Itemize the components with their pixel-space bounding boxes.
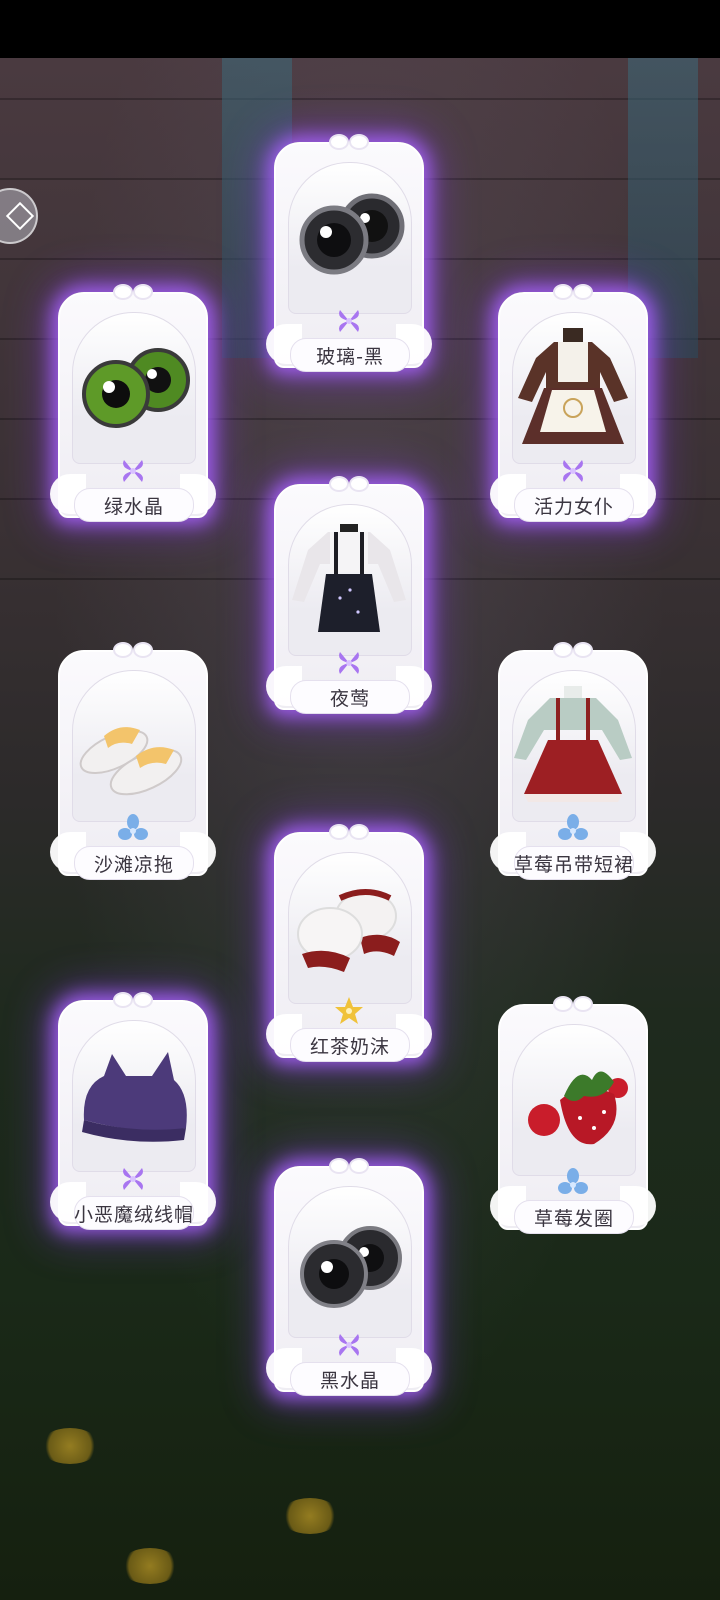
purple-flower-rarity-icon: [123, 1168, 143, 1190]
gold-flower-rarity-icon: [335, 997, 363, 1024]
item-name: 草莓发圈: [514, 1200, 634, 1234]
item-name: 玻璃-黑: [290, 338, 410, 372]
strawberry-scrunchie-icon: [528, 1071, 628, 1145]
purple-flower-rarity-icon: [339, 1334, 359, 1356]
nightingale-outfit-icon: [292, 524, 406, 632]
item-name: 沙滩凉拖: [74, 846, 194, 880]
green-eye-lens-icon: [82, 348, 190, 428]
item-name: 活力女仆: [514, 488, 634, 522]
devil-knit-hat-icon: [82, 1052, 187, 1142]
maid-dress-icon: [518, 328, 628, 444]
item-name: 黑水晶: [290, 1362, 410, 1396]
reward-card-beach-slippers[interactable]: 沙滩凉拖: [50, 636, 216, 892]
item-name: 小恶魔绒线帽: [74, 1196, 194, 1230]
reward-card-maid-dress[interactable]: 活力女仆: [490, 278, 656, 534]
reward-card-strawberry-scrunchie[interactable]: 草莓发圈: [490, 990, 656, 1246]
purple-flower-rarity-icon: [563, 460, 583, 482]
reward-card-black-crystal[interactable]: 黑水晶: [266, 1152, 432, 1408]
beach-slippers-icon: [79, 727, 183, 796]
item-name: 红茶奶沫: [290, 1028, 410, 1062]
purple-flower-rarity-icon: [339, 310, 359, 332]
tea-foam-cuffs-icon: [297, 889, 400, 972]
purple-flower-rarity-icon: [339, 652, 359, 674]
blue-flower-rarity-icon: [558, 814, 588, 840]
reward-card-tea-foam[interactable]: 红茶奶沫: [266, 818, 432, 1074]
purple-flower-rarity-icon: [123, 460, 143, 482]
blue-flower-rarity-icon: [558, 1168, 588, 1194]
black-crystal-eye-icon: [300, 1226, 402, 1308]
black-eye-lens-icon: [299, 193, 405, 275]
reward-card-devil-hat[interactable]: 小恶魔绒线帽: [50, 986, 216, 1242]
strawberry-suspender-skirt-icon: [514, 686, 632, 802]
item-name: 草莓吊带短裙: [514, 846, 634, 880]
item-name: 绿水晶: [74, 488, 194, 522]
blue-flower-rarity-icon: [118, 814, 148, 840]
reward-card-glass-black[interactable]: 玻璃-黑: [266, 128, 432, 384]
item-name: 夜莺: [290, 680, 410, 714]
diamond-back-icon: [5, 201, 35, 231]
reward-card-nightingale[interactable]: 夜莺: [266, 470, 432, 726]
status-bar: [0, 0, 720, 58]
reward-card-green-crystal[interactable]: 绿水晶: [50, 278, 216, 534]
reward-card-strawberry-skirt[interactable]: 草莓吊带短裙: [490, 636, 656, 892]
